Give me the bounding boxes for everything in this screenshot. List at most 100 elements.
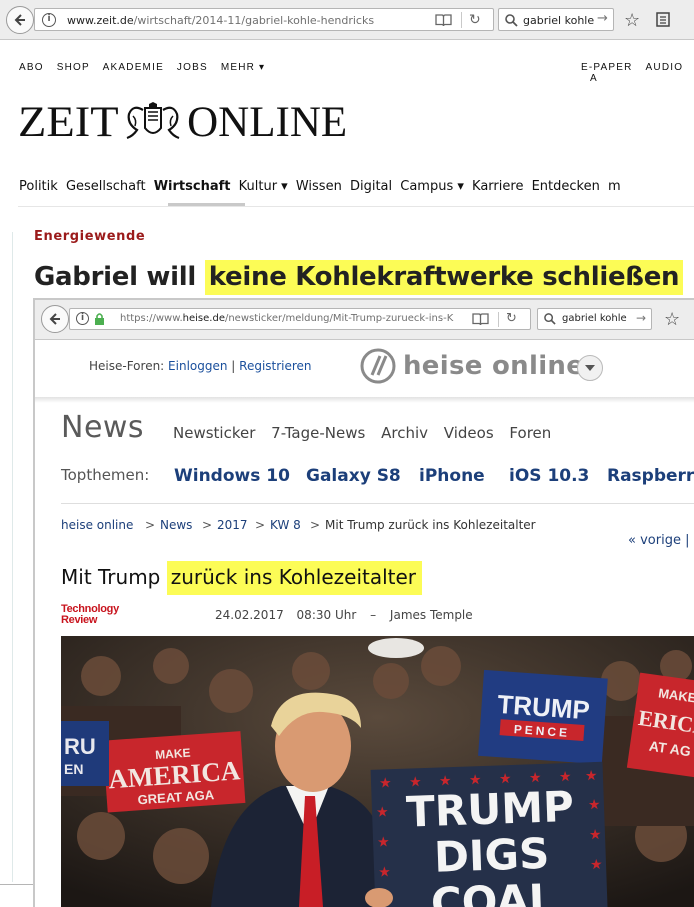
topthema-galaxy-s8[interactable]: Galaxy S8 (306, 466, 401, 486)
nav-politik[interactable]: Politik (19, 179, 58, 194)
headline-highlight: keine Kohlekraftwerke schließen (204, 260, 684, 295)
sign-trump-text: TRUMP (405, 782, 574, 837)
topthemen-divider (61, 503, 694, 504)
svg-text:★: ★ (378, 864, 391, 880)
technology-review-logo[interactable]: Technology Review (61, 604, 119, 626)
logo-online-text: ONLINE (187, 98, 348, 146)
url-host: heise.de (182, 313, 225, 324)
topmenu-abo[interactable]: ABO (19, 62, 44, 73)
previous-article-link[interactable]: « vorige | (628, 533, 689, 548)
breadcrumb-separator: > (145, 518, 156, 532)
bookmark-star-icon[interactable]: ☆ (624, 10, 640, 31)
nav-newsticker[interactable]: Newsticker (173, 424, 255, 442)
topmenu-jobs[interactable]: JOBS (177, 62, 208, 73)
topthema-iphone[interactable]: iPhone (419, 466, 485, 486)
info-icon[interactable]: i (42, 13, 56, 27)
info-icon[interactable]: i (76, 312, 89, 325)
reader-view-icon[interactable] (472, 312, 489, 329)
tr-logo-line2: Review (61, 614, 98, 626)
headline-highlight: zurück ins Kohlezeitalter (166, 561, 423, 595)
url-host: www.zeit.de (67, 14, 134, 27)
heise-article-headline: Mit Trump zurück ins Kohlezeitalter (61, 561, 423, 595)
search-go-icon[interactable]: → (597, 11, 608, 26)
heise-brand: heise online (403, 351, 585, 381)
reload-icon[interactable]: ↻ (506, 311, 517, 326)
topthemen-label: Topthemen: (61, 466, 150, 484)
arrow-left-icon (14, 14, 25, 26)
nav-kultur[interactable]: Kultur ▾ (239, 179, 288, 194)
nav-karriere[interactable]: Karriere (472, 179, 523, 194)
svg-text:★: ★ (589, 827, 602, 843)
nav-more[interactable]: m (608, 179, 621, 194)
nav-wirtschaft[interactable]: Wirtschaft (154, 179, 231, 194)
heise-menu-dropdown[interactable] (577, 355, 603, 381)
reader-view-icon[interactable] (435, 13, 452, 30)
topthema-raspberry[interactable]: Raspberry (607, 466, 694, 486)
logo-zeit-text: ZEIT (18, 98, 119, 146)
photo-illustration: MAKE AMERICA GREAT AGA RU EN TRUMP PENCE… (61, 636, 694, 907)
browser-toolbar-2: i https://www.heise.de/newsticker/meldun… (35, 300, 694, 340)
breadcrumb-separator: > (255, 518, 266, 532)
zeit-page-bottom-line (0, 884, 33, 885)
search-field-2[interactable]: gabriel kohle → (537, 308, 652, 330)
nav-gesellschaft[interactable]: Gesellschaft (66, 179, 146, 194)
bookmark-star-icon[interactable]: ☆ (664, 309, 680, 330)
article-photo: MAKE AMERICA GREAT AGA RU EN TRUMP PENCE… (61, 636, 694, 907)
nav-campus[interactable]: Campus ▾ (400, 179, 464, 194)
topmenu-overflow[interactable]: A (590, 73, 598, 84)
zeit-topmenu-right: E-PAPER AUDIO A (581, 62, 694, 84)
address-bar-2[interactable]: i https://www.heise.de/newsticker/meldun… (69, 308, 531, 330)
register-link[interactable]: Registrieren (239, 359, 311, 373)
address-bar[interactable]: i www.zeit.de/wirtschaft/2014-11/gabriel… (34, 8, 494, 31)
sign-ru-text: RU (64, 734, 96, 759)
topmenu-audio[interactable]: AUDIO (646, 62, 684, 73)
sign-coal-text: COAL (430, 875, 556, 907)
nav-videos[interactable]: Videos (444, 424, 494, 442)
bookmarks-list-icon[interactable] (655, 11, 671, 27)
reload-icon[interactable]: ↻ (469, 12, 481, 28)
zeit-main-nav: Politik Gesellschaft Wirtschaft Kultur ▾… (19, 179, 621, 194)
heise-section-nav: Newsticker 7-Tage-News Archiv Videos For… (173, 424, 551, 442)
back-button-2[interactable] (41, 305, 69, 333)
breadcrumb-separator: > (202, 518, 213, 532)
coat-of-arms-icon (126, 102, 180, 140)
topmenu-akademie[interactable]: AKADEMIE (103, 62, 164, 73)
topmenu-shop[interactable]: SHOP (57, 62, 90, 73)
breadcrumb-separator: > (310, 518, 321, 532)
nav-archiv[interactable]: Archiv (381, 424, 428, 442)
header-shadow (35, 397, 694, 403)
article-author[interactable]: James Temple (390, 608, 473, 622)
nav-foren[interactable]: Foren (509, 424, 551, 442)
back-button[interactable] (6, 6, 34, 34)
search-icon (505, 14, 518, 27)
breadcrumb-heise-online[interactable]: heise online (61, 518, 133, 532)
topthema-ios-10-3[interactable]: iOS 10.3 (509, 466, 589, 486)
sign-digs-text: DIGS (433, 829, 550, 882)
nav-digital[interactable]: Digital (350, 179, 392, 194)
svg-text:★: ★ (590, 857, 603, 873)
search-field[interactable]: gabriel kohle → (498, 8, 614, 31)
nav-entdecken[interactable]: Entdecken (532, 179, 600, 194)
breadcrumb-news[interactable]: News (160, 518, 192, 532)
login-link[interactable]: Einloggen (168, 359, 227, 373)
topthema-windows-10[interactable]: Windows 10 (174, 466, 290, 486)
breadcrumb-2017[interactable]: 2017 (217, 518, 248, 532)
news-heading[interactable]: News (61, 410, 144, 445)
headline-plain: Gabriel will (34, 262, 205, 292)
breadcrumb-kw8[interactable]: KW 8 (270, 518, 301, 532)
svg-text:★: ★ (376, 804, 389, 820)
article-kicker: Energiewende (34, 229, 146, 244)
zeit-article-headline: Gabriel will keine Kohlekraftwerke schli… (34, 260, 684, 295)
nav-7-tage-news[interactable]: 7-Tage-News (271, 424, 365, 442)
topmenu-mehr[interactable]: MEHR ▾ (221, 62, 265, 73)
search-go-icon[interactable]: → (636, 311, 646, 325)
nav-divider (18, 206, 694, 207)
article-meta: 24.02.2017 08:30 Uhr – James Temple (215, 608, 473, 622)
topmenu-epaper[interactable]: E-PAPER (581, 62, 633, 73)
heise-header: Heise-Foren: Einloggen | Registrieren he… (35, 341, 694, 397)
nav-wissen[interactable]: Wissen (296, 179, 342, 194)
sign-en-text: EN (64, 761, 83, 777)
heise-logo[interactable]: heise online (359, 347, 584, 385)
zeit-online-logo[interactable]: ZEIT ONLINE (18, 98, 347, 146)
foren-divider: | (227, 359, 240, 373)
